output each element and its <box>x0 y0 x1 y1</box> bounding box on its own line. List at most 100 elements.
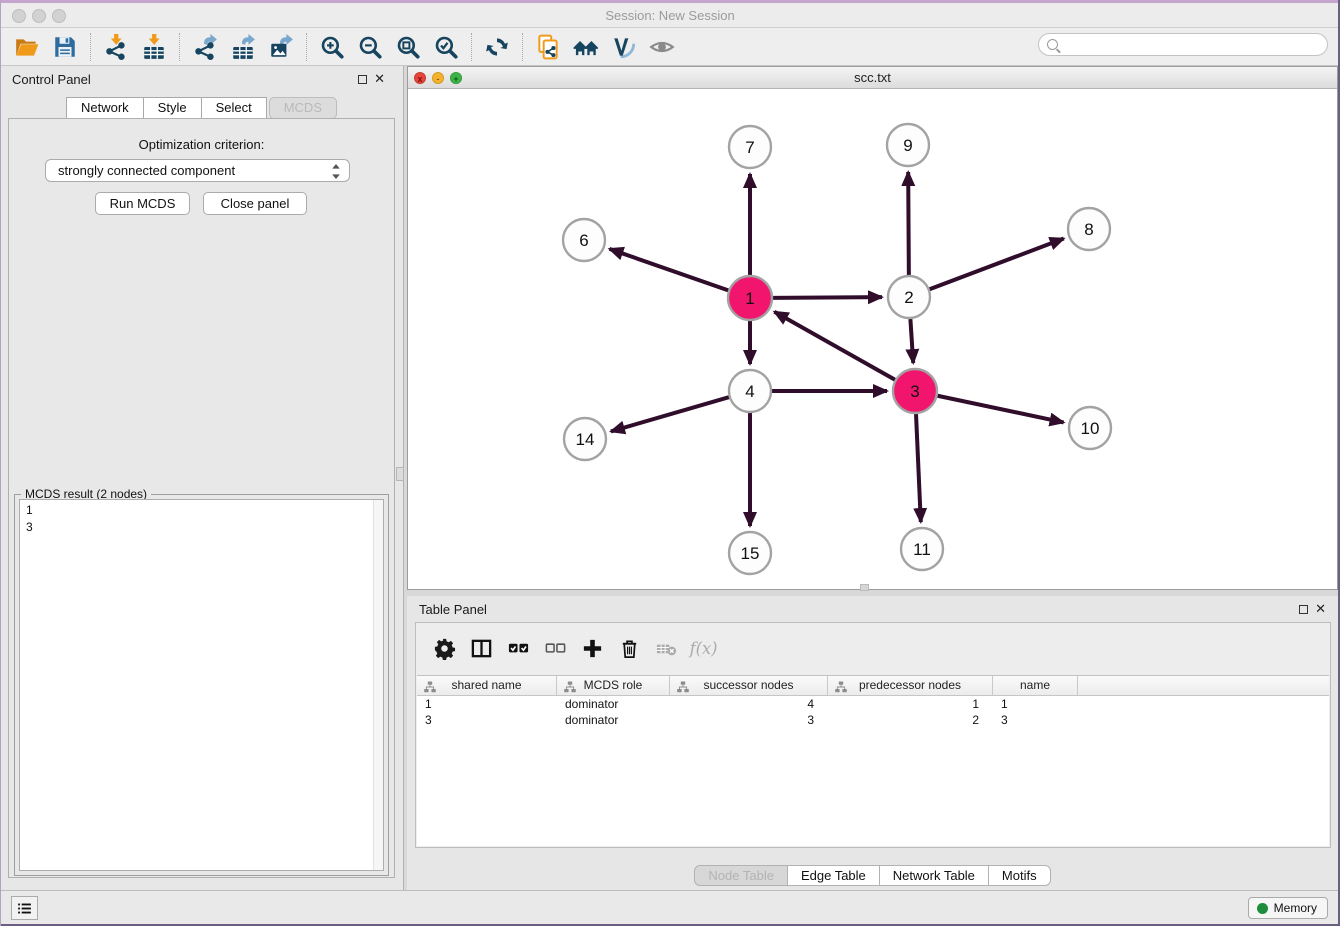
export-image-icon <box>268 34 294 60</box>
houses-icon <box>573 34 599 60</box>
column-header-shared-name[interactable]: shared name <box>417 676 557 695</box>
cell-successor-nodes: 4 <box>670 696 828 712</box>
close-panel-button[interactable]: Close panel <box>203 192 307 215</box>
edge-1-6[interactable] <box>609 249 728 291</box>
edge-2-8[interactable] <box>930 239 1064 290</box>
edge-2-3[interactable] <box>910 319 913 363</box>
split-pane-grip[interactable] <box>396 467 404 481</box>
column-header-predecessor-nodes[interactable]: predecessor nodes <box>828 676 993 695</box>
memory-button[interactable]: Memory <box>1248 897 1328 919</box>
edge-3-10[interactable] <box>938 396 1064 423</box>
cell-MCDS-role: dominator <box>557 712 670 728</box>
open-session-icon <box>14 34 40 60</box>
node-label-6: 6 <box>579 231 588 250</box>
network-canvas[interactable]: 7968124314101511 <box>408 89 1337 589</box>
hierarchy-icon <box>424 680 436 692</box>
run-mcds-button[interactable]: Run MCDS <box>95 192 190 215</box>
mcds-result-box: MCDS result (2 nodes) 13 <box>14 494 389 876</box>
window-left-border <box>0 0 1 926</box>
select-all-button[interactable] <box>500 633 537 663</box>
import-table-icon <box>141 34 167 60</box>
tab-style[interactable]: Style <box>144 97 202 119</box>
tab-network[interactable]: Network <box>66 97 144 119</box>
tab-select[interactable]: Select <box>202 97 267 119</box>
search-icon <box>1047 39 1058 50</box>
export-image-button[interactable] <box>262 32 300 62</box>
tab-edge-table[interactable]: Edge Table <box>788 865 880 886</box>
vizmapper-icon <box>611 34 637 60</box>
control-panel-title: Control Panel <box>12 72 91 87</box>
open-session-button[interactable] <box>8 32 46 62</box>
cell-name: 3 <box>993 712 1078 728</box>
edge-3-11[interactable] <box>916 414 921 522</box>
svg-text:f(x): f(x) <box>688 639 717 658</box>
select-stepper-icon <box>331 163 341 186</box>
export-table-button[interactable] <box>224 32 262 62</box>
tab-mcds[interactable]: MCDS <box>269 97 337 119</box>
search-input[interactable] <box>1058 38 1327 52</box>
save-session-icon <box>52 34 78 60</box>
node-label-9: 9 <box>903 136 912 155</box>
refresh-button[interactable] <box>478 32 516 62</box>
edge-1-2[interactable] <box>773 297 882 298</box>
cell-MCDS-role: dominator <box>557 696 670 712</box>
node-table: shared name MCDS role successor nodes prede… <box>417 675 1329 846</box>
add-row-button[interactable] <box>574 633 611 663</box>
toggle-columns-button[interactable] <box>463 633 500 663</box>
toolbar-separator <box>471 33 472 61</box>
deselect-all-button[interactable] <box>537 633 574 663</box>
session-title: Session: New Session <box>0 8 1340 23</box>
close-panel-icon[interactable]: ✕ <box>374 71 385 87</box>
network-resize-grip[interactable] <box>860 584 869 591</box>
column-label: name <box>1020 678 1050 692</box>
table-row[interactable]: 1dominator411 <box>417 696 1329 712</box>
network-view-window: x - + scc.txt 7968124314101511 <box>407 66 1338 590</box>
tab-network-table[interactable]: Network Table <box>880 865 989 886</box>
result-scrollbar[interactable] <box>373 500 383 870</box>
zoom-in-button[interactable] <box>313 32 351 62</box>
hierarchy-icon <box>835 680 847 692</box>
vizmapper-button[interactable] <box>605 32 643 62</box>
table-row[interactable]: 3dominator323 <box>417 712 1329 728</box>
column-header-MCDS-role[interactable]: MCDS role <box>557 676 670 695</box>
export-network-icon <box>192 34 218 60</box>
float-table-panel-icon[interactable] <box>1299 605 1308 614</box>
optimization-label: Optimization criterion: <box>9 137 394 152</box>
table-panel: Table Panel ✕ f(x) shared nameMCDS roles… <box>407 596 1338 890</box>
float-panel-icon[interactable] <box>358 75 367 84</box>
settings-gear-button[interactable] <box>426 633 463 663</box>
edge-2-9[interactable] <box>908 172 909 275</box>
tab-motifs[interactable]: Motifs <box>989 865 1051 886</box>
node-label-2: 2 <box>904 288 913 307</box>
zoom-fit-button[interactable] <box>389 32 427 62</box>
node-label-4: 4 <box>745 382 754 401</box>
zoom-out-button[interactable] <box>351 32 389 62</box>
memory-status-icon <box>1257 903 1268 914</box>
import-network-button[interactable] <box>97 32 135 62</box>
edge-4-14[interactable] <box>611 397 729 431</box>
mcds-result-text[interactable]: 13 <box>19 499 384 871</box>
column-header-name[interactable]: name <box>993 676 1078 695</box>
close-table-panel-icon[interactable]: ✕ <box>1315 601 1326 617</box>
refresh-icon <box>484 34 510 60</box>
edge-3-1[interactable] <box>774 312 895 380</box>
zoom-selected-button[interactable] <box>427 32 465 62</box>
criterion-select[interactable]: strongly connected component <box>45 159 350 182</box>
new-network-from-selection-button[interactable] <box>529 32 567 62</box>
show-graphics-details-button[interactable] <box>643 32 681 62</box>
delete-rows-button[interactable] <box>611 633 648 663</box>
export-network-button[interactable] <box>186 32 224 62</box>
network-window-titlebar[interactable]: x - + scc.txt <box>408 67 1337 89</box>
function-builder-icon: f(x) <box>687 637 721 660</box>
mcds-result-line: 3 <box>26 519 383 536</box>
save-session-button[interactable] <box>46 32 84 62</box>
node-label-7: 7 <box>745 138 754 157</box>
column-header-successor-nodes[interactable]: successor nodes <box>670 676 828 695</box>
column-label: MCDS role <box>584 678 643 692</box>
task-history-button[interactable] <box>11 896 38 920</box>
houses-button[interactable] <box>567 32 605 62</box>
criterion-value: strongly connected component <box>58 163 235 178</box>
column-label: predecessor nodes <box>859 678 961 692</box>
tab-node-table[interactable]: Node Table <box>694 865 788 886</box>
import-table-button[interactable] <box>135 32 173 62</box>
